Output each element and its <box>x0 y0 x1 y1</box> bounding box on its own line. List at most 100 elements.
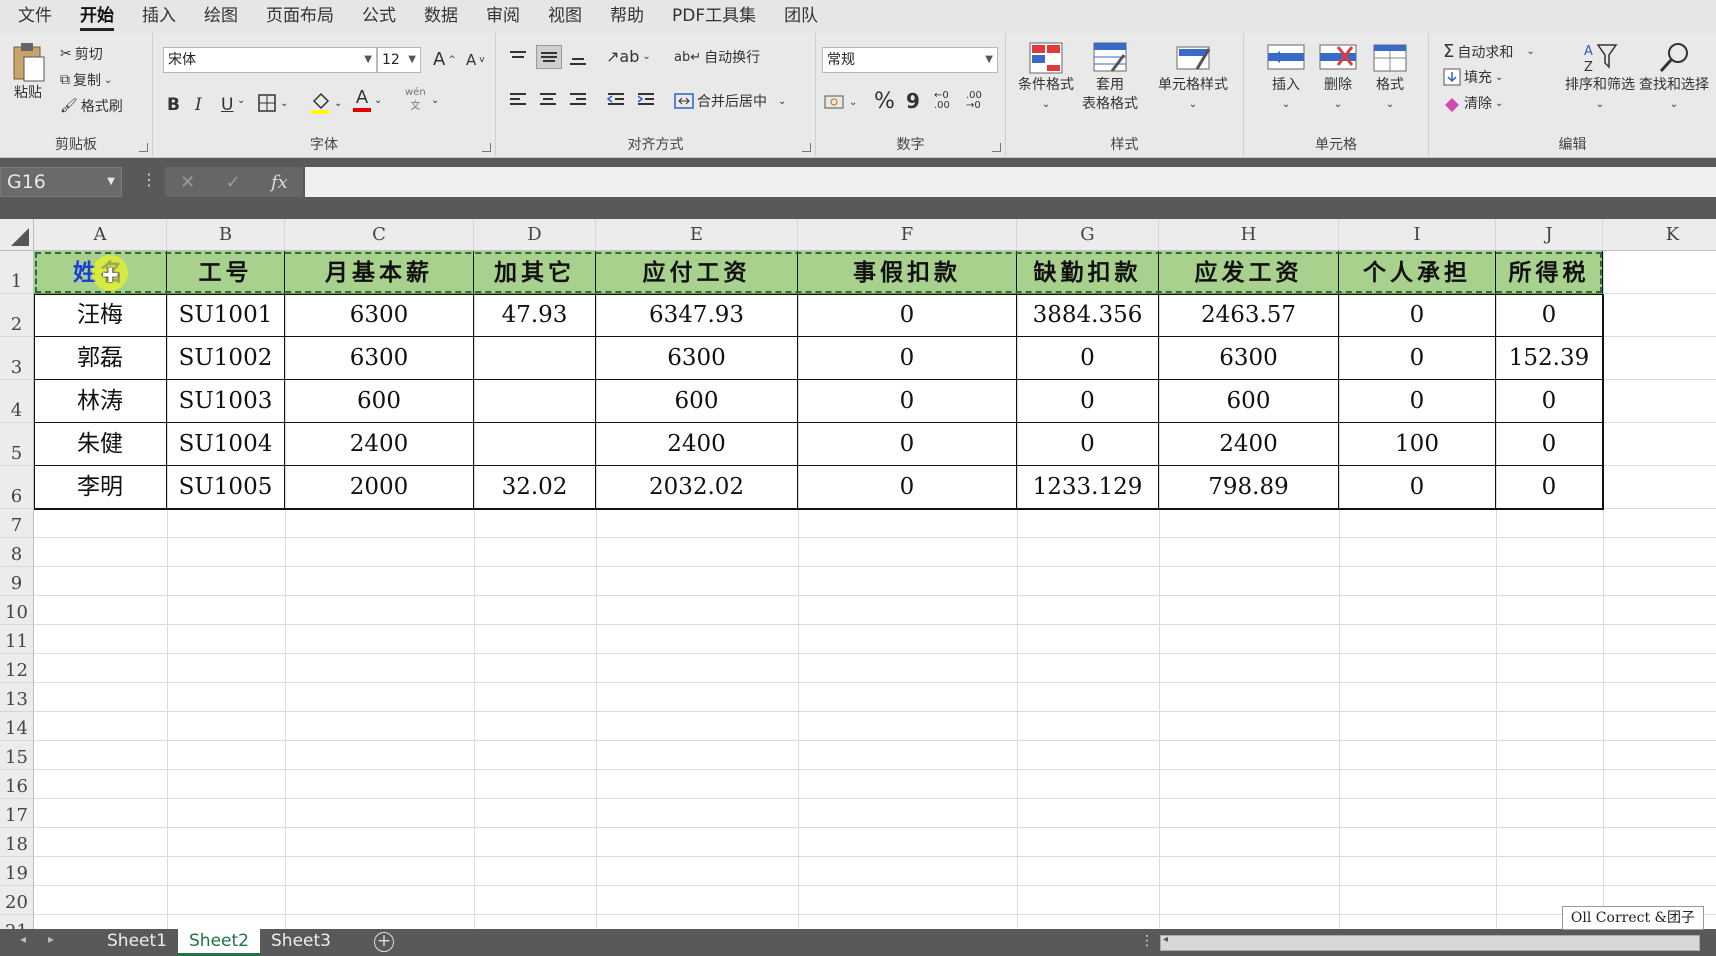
row-header-16[interactable]: 16 <box>0 770 34 799</box>
align-center-button[interactable] <box>538 91 558 109</box>
decrease-font-button[interactable]: Av <box>466 51 485 69</box>
bold-button[interactable]: B <box>167 95 180 115</box>
insert-cells-button[interactable]: 插入 ⌄ <box>1266 41 1306 113</box>
font-color-button[interactable]: A ⌄ <box>353 89 382 112</box>
menu-page-layout[interactable]: 页面布局 <box>252 0 348 33</box>
find-select-button[interactable]: 查找和选择 ⌄ <box>1639 41 1709 113</box>
menu-review[interactable]: 审阅 <box>472 0 534 33</box>
menu-file[interactable]: 文件 <box>4 0 66 33</box>
fill-button[interactable]: 填充 ⌄ <box>1443 67 1503 87</box>
clear-button[interactable]: 清除 ⌄ <box>1443 93 1503 113</box>
column-header-C[interactable]: C <box>285 219 474 251</box>
column-header-B[interactable]: B <box>167 219 285 251</box>
align-bottom-button[interactable] <box>568 49 588 67</box>
number-format-combo[interactable]: 常规 ▼ <box>822 47 998 73</box>
row-header-10[interactable]: 10 <box>0 596 34 625</box>
accounting-format-button[interactable]: ⌄ <box>824 93 857 111</box>
menu-pdf-tools[interactable]: PDF工具集 <box>658 0 770 33</box>
align-top-button[interactable] <box>508 49 528 67</box>
increase-indent-button[interactable] <box>636 91 656 109</box>
phonetic-button[interactable]: wén 文 <box>405 87 426 112</box>
cancel-icon[interactable]: ✕ <box>180 172 195 193</box>
sheet-tab-3[interactable]: Sheet3 <box>262 929 340 956</box>
more-options-icon[interactable]: ⋮ <box>141 170 157 189</box>
scroll-right-icon[interactable]: ▸ <box>48 932 54 946</box>
increase-font-button[interactable]: A ^ <box>433 49 456 70</box>
column-header-D[interactable]: D <box>474 219 596 251</box>
font-size-combo[interactable]: 12 ▼ <box>377 47 421 73</box>
comma-style-button[interactable]: 9 <box>906 89 920 113</box>
row-header-7[interactable]: 7 <box>0 509 34 538</box>
scroll-left-icon[interactable]: ◂ <box>20 932 26 946</box>
row-header-9[interactable]: 9 <box>0 567 34 596</box>
row-header-1[interactable]: 1 <box>0 251 34 294</box>
decrease-decimal-button[interactable]: .00 →0 <box>966 91 982 111</box>
menu-data[interactable]: 数据 <box>410 0 472 33</box>
column-header-F[interactable]: F <box>798 219 1017 251</box>
row-header-5[interactable]: 5 <box>0 423 34 466</box>
cut-button[interactable]: ✂ 剪切 <box>60 44 103 64</box>
select-all-button[interactable] <box>0 219 34 251</box>
chevron-down-icon[interactable]: ⌄ <box>237 95 245 106</box>
add-sheet-icon[interactable]: + <box>374 932 394 952</box>
borders-button[interactable]: ⌄ <box>257 93 288 113</box>
row-header-8[interactable]: 8 <box>0 538 34 567</box>
copy-button[interactable]: ⧉ 复制 ⌄ <box>60 70 112 90</box>
column-header-A[interactable]: A <box>34 219 167 251</box>
alignment-launcher-icon[interactable] <box>802 143 811 152</box>
menu-draw[interactable]: 绘图 <box>190 0 252 33</box>
format-as-table-button[interactable]: 套用 表格格式 <box>1082 41 1138 113</box>
column-header-G[interactable]: G <box>1017 219 1159 251</box>
format-painter-button[interactable]: 🖌 格式刷 <box>60 96 123 116</box>
row-header-20[interactable]: 20 <box>0 886 34 915</box>
chevron-down-icon[interactable]: ▼ <box>107 168 115 196</box>
cell-styles-button[interactable]: 单元格样式 ⌄ <box>1158 41 1228 113</box>
menu-view[interactable]: 视图 <box>534 0 596 33</box>
row-header-21[interactable]: 21 <box>0 915 34 929</box>
autosum-button[interactable]: Σ 自动求和 ⌄ <box>1443 41 1535 62</box>
name-box[interactable]: G16 ▼ <box>0 167 122 197</box>
row-header-11[interactable]: 11 <box>0 625 34 654</box>
chevron-down-icon[interactable]: ⌄ <box>431 95 439 106</box>
insert-function-icon[interactable]: fx <box>271 172 288 193</box>
tab-split-handle-icon[interactable]: ⋮ <box>1140 933 1154 949</box>
sheet-tab-2[interactable]: Sheet2 <box>178 929 260 956</box>
row-header-18[interactable]: 18 <box>0 828 34 857</box>
italic-button[interactable]: I <box>195 95 202 115</box>
paste-button[interactable]: 粘贴 <box>10 41 46 102</box>
delete-cells-button[interactable]: 删除 ⌄ <box>1318 41 1358 113</box>
row-header-3[interactable]: 3 <box>0 337 34 380</box>
menu-team[interactable]: 团队 <box>770 0 832 33</box>
clipboard-launcher-icon[interactable] <box>139 143 148 152</box>
orientation-button[interactable]: ↗ab ⌄ <box>606 47 651 66</box>
row-header-13[interactable]: 13 <box>0 683 34 712</box>
chevron-down-icon[interactable]: ▼ <box>985 48 993 72</box>
row-header-14[interactable]: 14 <box>0 712 34 741</box>
conditional-format-button[interactable]: 条件格式 ⌄ <box>1018 41 1074 113</box>
column-header-J[interactable]: J <box>1496 219 1603 251</box>
sort-filter-button[interactable]: AZ 排序和筛选 ⌄ <box>1565 41 1635 113</box>
align-right-button[interactable] <box>568 91 588 109</box>
number-launcher-icon[interactable] <box>992 143 1001 152</box>
row-header-2[interactable]: 2 <box>0 294 34 337</box>
scroll-left-icon[interactable]: ◂ <box>1163 934 1168 945</box>
format-cells-button[interactable]: 格式 ⌄ <box>1370 41 1410 113</box>
menu-formulas[interactable]: 公式 <box>348 0 410 33</box>
formula-input[interactable] <box>305 167 1716 197</box>
merge-center-button[interactable]: 合并后居中 ⌄ <box>674 91 786 111</box>
font-launcher-icon[interactable] <box>482 143 491 152</box>
chevron-down-icon[interactable]: ▼ <box>364 48 372 72</box>
underline-button[interactable]: U <box>221 95 233 115</box>
fill-color-button[interactable]: ⌄ <box>309 91 342 115</box>
row-header-4[interactable]: 4 <box>0 380 34 423</box>
align-middle-button[interactable] <box>536 45 562 69</box>
row-header-17[interactable]: 17 <box>0 799 34 828</box>
row-header-15[interactable]: 15 <box>0 741 34 770</box>
menu-help[interactable]: 帮助 <box>596 0 658 33</box>
row-header-6[interactable]: 6 <box>0 466 34 509</box>
percent-button[interactable]: % <box>874 89 895 114</box>
row-header-19[interactable]: 19 <box>0 857 34 886</box>
wrap-text-button[interactable]: ab↵ 自动换行 <box>674 47 760 67</box>
decrease-indent-button[interactable] <box>606 91 626 109</box>
column-header-H[interactable]: H <box>1159 219 1339 251</box>
